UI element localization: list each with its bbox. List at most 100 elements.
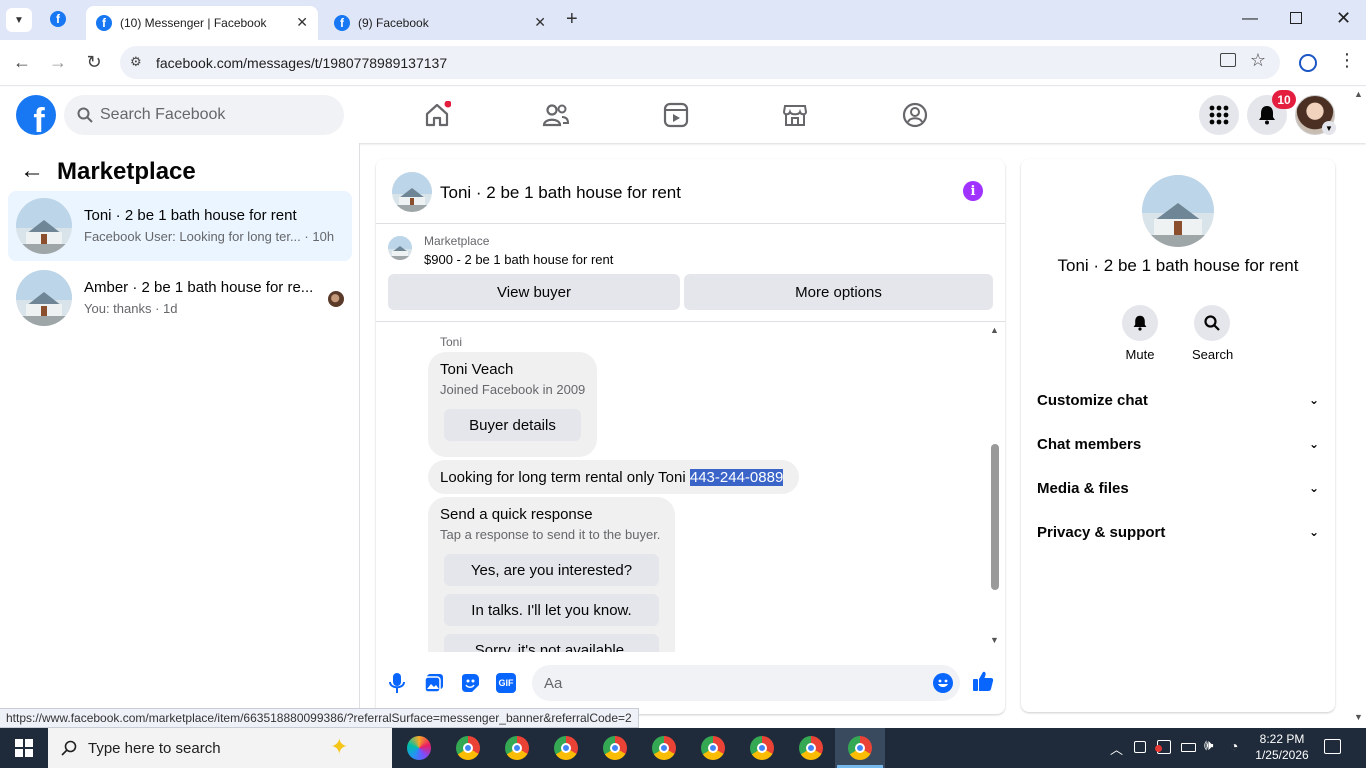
forward-button[interactable]: → <box>47 52 69 73</box>
message-text: Looking for long term rental only Toni <box>440 468 690 486</box>
quick-reply-button[interactable]: In talks. I'll let you know. <box>444 594 659 626</box>
meet-now-icon[interactable] <box>1134 741 1146 753</box>
tab-messenger[interactable]: f (10) Messenger | Facebook ✕ <box>86 6 318 40</box>
facebook-logo-icon[interactable]: f <box>16 95 56 135</box>
listing-banner-thumbnail[interactable] <box>388 236 412 260</box>
menu-grid-button[interactable] <box>1199 95 1239 135</box>
gaming-icon[interactable] <box>901 101 929 129</box>
chrome-profile-icon[interactable] <box>652 736 676 760</box>
chat-members-section[interactable]: Chat members ⌄ <box>1037 424 1319 464</box>
clock-date: 1/25/2026 <box>1255 748 1309 762</box>
close-window-button[interactable]: ✕ <box>1336 8 1351 29</box>
reload-button[interactable]: ↻ <box>83 52 105 73</box>
chat-header-thumbnail[interactable] <box>392 172 432 212</box>
clock[interactable]: 8:22 PM 1/25/2026 <box>1252 731 1312 763</box>
listing-title[interactable]: $900 - 2 be 1 bath house for rent <box>424 252 613 267</box>
search-label: Search <box>1192 347 1234 362</box>
volume-icon[interactable]: 🕪 <box>1204 737 1213 754</box>
tab-title: (10) Messenger | Facebook <box>120 16 267 30</box>
account-chevron-icon[interactable]: ▼ <box>1322 121 1336 135</box>
privacy-support-section[interactable]: Privacy & support ⌄ <box>1037 512 1319 552</box>
chrome-profile-icon[interactable] <box>554 736 578 760</box>
chrome-profile-icon[interactable] <box>799 736 823 760</box>
chrome-profile-icon[interactable] <box>750 736 774 760</box>
network-icon[interactable]: ◔ <box>1230 738 1238 754</box>
taskbar-search-input[interactable]: Type here to search ✦ <box>48 728 392 768</box>
customize-chat-section[interactable]: Customize chat ⌄ <box>1037 380 1319 420</box>
gif-icon[interactable]: GIF <box>496 673 516 693</box>
minimize-window-button[interactable]: — <box>1242 10 1258 28</box>
back-arrow-icon[interactable]: ← <box>20 157 44 185</box>
quick-reply-button[interactable]: Sorry, it's not available. <box>444 634 659 652</box>
site-settings-icon[interactable]: ⚙ <box>130 54 142 70</box>
chrome-icon[interactable] <box>456 736 480 760</box>
scroll-down-arrow[interactable]: ▼ <box>990 635 999 645</box>
restore-window-button[interactable] <box>1290 12 1302 24</box>
clock-time: 8:22 PM <box>1259 732 1305 746</box>
conversation-snippet: Facebook User: Looking for long ter... ·… <box>84 229 334 244</box>
close-tab-icon[interactable]: ✕ <box>534 14 546 31</box>
profile-icon[interactable] <box>1299 54 1317 72</box>
page-scroll-up-arrow[interactable]: ▲ <box>1354 89 1363 99</box>
tab-facebook[interactable]: f (9) Facebook ✕ <box>324 6 556 40</box>
mute-action[interactable]: Mute <box>1120 305 1160 362</box>
close-tab-icon[interactable]: ✕ <box>296 14 308 31</box>
buyer-details-button[interactable]: Buyer details <box>444 409 581 441</box>
conversation-item[interactable]: Amber · 2 be 1 bath house for re... You:… <box>8 263 352 333</box>
browser-menu-icon[interactable]: ⋮ <box>1338 50 1356 71</box>
chrome-profile-icon[interactable] <box>848 736 872 760</box>
back-button[interactable]: ← <box>11 52 33 73</box>
install-app-icon[interactable] <box>1220 53 1236 67</box>
search-action[interactable]: Search <box>1192 305 1234 362</box>
notification-center-icon[interactable] <box>1324 739 1341 754</box>
more-options-button[interactable]: More options <box>684 274 993 310</box>
section-label: Chat members <box>1037 435 1142 453</box>
buyer-profile-card: Toni Veach Joined Facebook in 2009 Buyer… <box>428 352 597 457</box>
info-icon[interactable]: i <box>963 181 983 201</box>
grid-icon <box>1209 105 1229 125</box>
photo-icon[interactable] <box>424 673 444 693</box>
media-files-section[interactable]: Media & files ⌄ <box>1037 468 1319 508</box>
new-tab-button[interactable]: + <box>566 8 578 31</box>
chevron-down-icon: ⌄ <box>1308 393 1319 407</box>
thumbs-up-icon[interactable] <box>972 670 994 692</box>
search-icon <box>1194 305 1230 341</box>
recording-icon[interactable] <box>1155 740 1171 754</box>
microphone-icon[interactable] <box>389 672 405 694</box>
buyer-name: Toni Veach <box>440 361 514 378</box>
message-placeholder: Aa <box>544 674 563 692</box>
battery-icon[interactable] <box>1181 743 1196 752</box>
show-hidden-icons-icon[interactable]: ︿ <box>1110 739 1123 758</box>
chevron-down-icon: ⌄ <box>1308 437 1319 451</box>
chrome-profile-icon[interactable] <box>603 736 627 760</box>
bookmark-star-icon[interactable]: ☆ <box>1250 50 1266 71</box>
search-facebook-input[interactable]: Search Facebook <box>64 95 344 135</box>
scrollbar-thumb[interactable] <box>991 444 999 590</box>
section-label: Customize chat <box>1037 391 1148 409</box>
chat-title[interactable]: Toni · 2 be 1 bath house for rent <box>440 183 681 203</box>
video-icon[interactable] <box>662 101 690 129</box>
conversation-item[interactable]: Toni · 2 be 1 bath house for rent Facebo… <box>8 191 352 261</box>
quick-reply-button[interactable]: Yes, are you interested? <box>444 554 659 586</box>
windows-start-icon[interactable] <box>15 739 33 757</box>
pinned-facebook-tab[interactable]: f <box>50 11 74 27</box>
chrome-profile-icon[interactable] <box>505 736 529 760</box>
emoji-icon[interactable] <box>933 673 953 693</box>
quick-response-card: Send a quick response Tap a response to … <box>428 497 675 652</box>
address-bar[interactable]: ⚙ facebook.com/messages/t/19807789891371… <box>120 46 1280 79</box>
copilot-icon[interactable] <box>407 736 431 760</box>
page-scroll-down-arrow[interactable]: ▼ <box>1354 712 1363 722</box>
chrome-profile-icon[interactable] <box>701 736 725 760</box>
panel-title: Marketplace <box>57 158 196 185</box>
home-icon[interactable] <box>423 101 451 129</box>
marketplace-icon[interactable] <box>781 101 809 129</box>
view-buyer-button[interactable]: View buyer <box>388 274 680 310</box>
mute-label: Mute <box>1125 347 1155 362</box>
link-status-bar: https://www.facebook.com/marketplace/ite… <box>0 708 639 728</box>
tab-list-dropdown-icon[interactable]: ▼ <box>6 8 32 32</box>
message-bubble[interactable]: Looking for long term rental only Toni 4… <box>428 460 799 494</box>
friends-icon[interactable] <box>542 101 570 129</box>
scroll-up-arrow[interactable]: ▲ <box>990 325 999 335</box>
message-input[interactable]: Aa <box>532 665 960 701</box>
sticker-icon[interactable] <box>460 673 480 693</box>
